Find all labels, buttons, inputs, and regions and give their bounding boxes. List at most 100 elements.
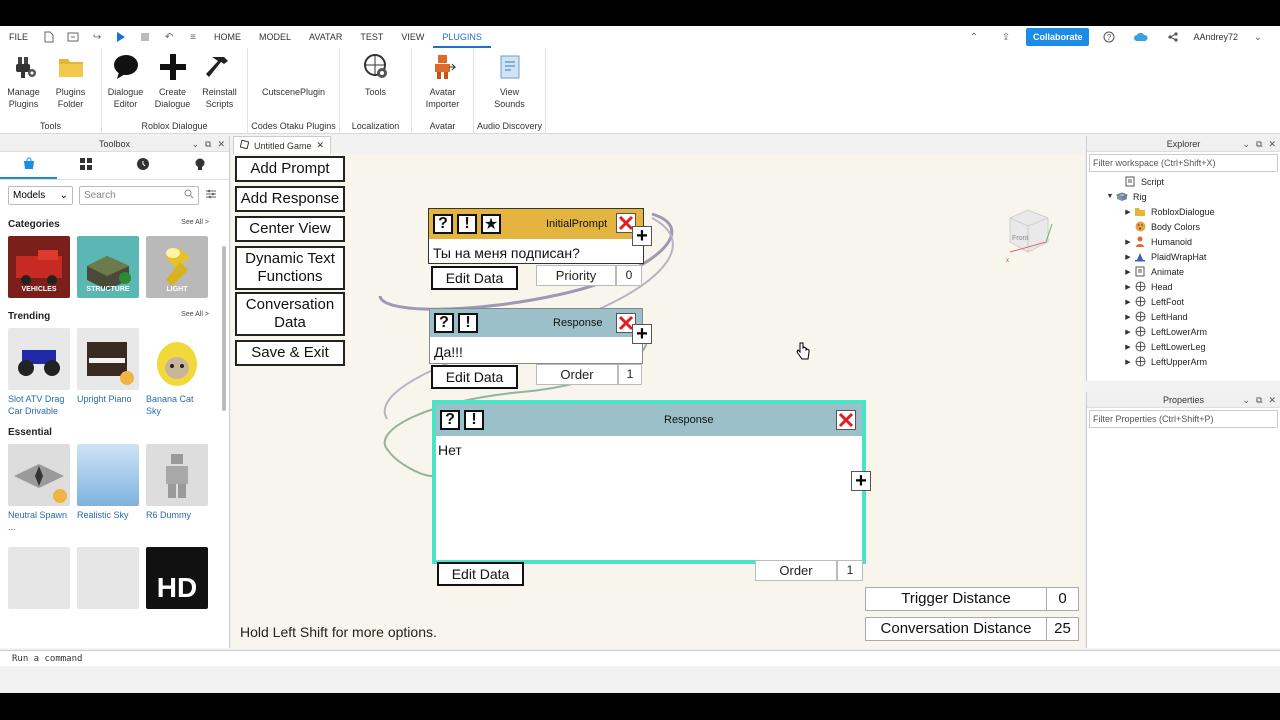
asset-banana-cat[interactable]: Banana Cat Sky <box>146 328 208 417</box>
center-view-button[interactable]: Center View <box>235 216 345 242</box>
expand-arrow-icon[interactable]: ▶ <box>1123 328 1133 336</box>
undo-icon[interactable]: ↶ <box>162 30 176 44</box>
star-icon[interactable]: ★ <box>481 214 501 234</box>
panel-close-icon[interactable]: ✕ <box>217 139 225 150</box>
localization-tools-button[interactable]: Tools <box>352 52 399 120</box>
asset-placeholder[interactable] <box>8 547 70 612</box>
see-all-link[interactable]: See All > <box>181 219 209 226</box>
conversation-data-button[interactable]: Conversation Data <box>235 292 345 336</box>
asset-slot-atv[interactable]: Slot ATV Drag Car Drivable <box>8 328 70 417</box>
share-icon[interactable]: ⇪ <box>999 30 1013 44</box>
category-light[interactable]: LIGHT <box>146 236 208 301</box>
collapse-ribbon-icon[interactable]: ⌃ <box>967 30 981 44</box>
command-bar-input[interactable]: Run a command <box>0 650 1280 666</box>
expand-arrow-icon[interactable]: ▶ <box>1123 208 1133 216</box>
expand-arrow-icon[interactable]: ▶ <box>1123 268 1133 276</box>
panel-popout-icon[interactable]: ⧉ <box>1256 395 1262 406</box>
plugins-folder-button[interactable]: Plugins Folder <box>47 52 94 120</box>
response-text-input[interactable]: Нет <box>438 442 462 458</box>
add-response-button[interactable]: Add Response <box>235 186 345 212</box>
question-icon[interactable]: ? <box>434 313 454 333</box>
asset-realistic-sky[interactable]: Realistic Sky <box>77 444 139 533</box>
asset-hd[interactable]: HD <box>146 547 208 612</box>
expand-arrow-icon[interactable]: ▶ <box>1123 238 1133 246</box>
tree-item-head[interactable]: ▶ Head <box>1087 279 1280 294</box>
cloud-icon[interactable] <box>1134 30 1149 44</box>
close-tab-icon[interactable]: ✕ <box>317 140 325 151</box>
tree-item-leftupperarm[interactable]: ▶ LeftUpperArm <box>1087 354 1280 369</box>
tab-recent[interactable] <box>115 152 172 179</box>
category-vehicles[interactable]: VEHICLES <box>8 236 70 301</box>
panel-popout-icon[interactable]: ⧉ <box>205 139 211 150</box>
tab-inventory[interactable] <box>57 152 114 179</box>
tree-item-leftfoot[interactable]: ▶ LeftFoot <box>1087 294 1280 309</box>
asset-upright-piano[interactable]: Upright Piano <box>77 328 139 417</box>
help-icon[interactable]: ? <box>1102 30 1116 44</box>
tab-avatar[interactable]: AVATAR <box>300 26 351 48</box>
stop-icon[interactable] <box>138 30 152 44</box>
filter-sliders-icon[interactable] <box>205 187 217 205</box>
dialogue-editor-canvas[interactable]: Add Prompt Add Response Center View Dyna… <box>232 154 1084 648</box>
toolbox-scrollbar[interactable] <box>222 246 226 411</box>
view-cube[interactable]: x Front <box>1002 208 1058 264</box>
expand-arrow-icon[interactable]: ▶ <box>1123 358 1133 366</box>
user-menu-chevron-icon[interactable]: ⌄ <box>1251 30 1265 44</box>
exclamation-icon[interactable]: ! <box>458 313 478 333</box>
expand-arrow-icon[interactable]: ▶ <box>1123 343 1133 351</box>
tree-item-plaidwraphat[interactable]: ▶ PlaidWrapHat <box>1087 249 1280 264</box>
add-child-plus-icon[interactable]: + <box>632 324 652 344</box>
tree-item-script[interactable]: Script <box>1087 174 1280 189</box>
tab-model[interactable]: MODEL <box>250 26 300 48</box>
share-network-icon[interactable] <box>1166 30 1180 44</box>
response-text[interactable]: Да!!! <box>434 344 463 360</box>
response-node-selected[interactable]: ? ! Response Нет <box>432 400 866 564</box>
tab-plugins[interactable]: PLUGINS <box>433 26 491 48</box>
expand-arrow-icon[interactable]: ▶ <box>1123 253 1133 261</box>
tab-creations[interactable] <box>172 152 229 179</box>
tab-view[interactable]: VIEW <box>392 26 433 48</box>
properties-filter-input[interactable]: Filter Properties (Ctrl+Shift+P) <box>1089 410 1278 428</box>
tree-item-robloxdialogue[interactable]: ▶ RobloxDialogue <box>1087 204 1280 219</box>
explorer-filter-input[interactable]: Filter workspace (Ctrl+Shift+X) <box>1089 154 1278 172</box>
category-select[interactable]: Models ⌄ <box>8 186 73 205</box>
dialogue-editor-button[interactable]: Dialogue Editor <box>102 52 149 120</box>
expand-arrow-icon[interactable]: ▶ <box>1123 283 1133 291</box>
order-value[interactable]: 1 <box>618 364 642 385</box>
expand-arrow-icon[interactable]: ▶ <box>1123 313 1133 321</box>
tree-item-leftlowerleg[interactable]: ▶ LeftLowerLeg <box>1087 339 1280 354</box>
tree-item-body-colors[interactable]: Body Colors <box>1087 219 1280 234</box>
response-node[interactable]: ? ! Response Да!!! <box>429 308 643 364</box>
save-exit-button[interactable]: Save & Exit <box>235 340 345 366</box>
dynamic-text-functions-button[interactable]: Dynamic Text Functions <box>235 246 345 290</box>
tab-test[interactable]: TEST <box>351 26 392 48</box>
tab-marketplace[interactable] <box>0 152 58 179</box>
see-all-link[interactable]: See All > <box>181 311 209 318</box>
edit-data-button[interactable]: Edit Data <box>437 562 524 586</box>
panel-menu-chevron-icon[interactable]: ⌄ <box>191 139 199 150</box>
asset-r6-dummy[interactable]: R6 Dummy <box>146 444 208 533</box>
username[interactable]: AAndrey72 <box>1193 32 1238 42</box>
question-icon[interactable]: ? <box>433 214 453 234</box>
add-prompt-button[interactable]: Add Prompt <box>235 156 345 182</box>
priority-value[interactable]: 0 <box>616 265 642 286</box>
edit-data-button[interactable]: Edit Data <box>431 266 518 290</box>
create-dialogue-button[interactable]: Create Dialogue <box>149 52 196 120</box>
document-tab-untitled-game[interactable]: Untitled Game ✕ <box>233 136 332 154</box>
manage-plugins-button[interactable]: Manage Plugins <box>0 52 47 120</box>
tree-item-animate[interactable]: ▶ Animate <box>1087 264 1280 279</box>
category-structure[interactable]: STRUCTURE <box>77 236 139 301</box>
panel-close-icon[interactable]: ✕ <box>1268 395 1276 406</box>
delete-node-icon[interactable] <box>836 410 856 430</box>
initial-prompt-node[interactable]: ? ! ★ InitialPrompt Ты на меня подписан? <box>428 208 644 264</box>
edit-data-button[interactable]: Edit Data <box>431 365 518 389</box>
expand-arrow-icon[interactable]: ▼ <box>1105 193 1115 200</box>
asset-neutral-spawn[interactable]: Neutral Spawn ... <box>8 444 70 533</box>
prompt-text[interactable]: Ты на меня подписан? <box>433 245 580 261</box>
play-icon[interactable] <box>114 30 128 44</box>
reinstall-scripts-button[interactable]: Reinstall Scripts <box>196 52 243 120</box>
panel-close-icon[interactable]: ✕ <box>1268 139 1276 150</box>
tab-home[interactable]: HOME <box>205 26 250 48</box>
avatar-importer-button[interactable]: Avatar Importer <box>419 52 466 120</box>
exclamation-icon[interactable]: ! <box>464 410 484 430</box>
expand-arrow-icon[interactable]: ▶ <box>1123 298 1133 306</box>
